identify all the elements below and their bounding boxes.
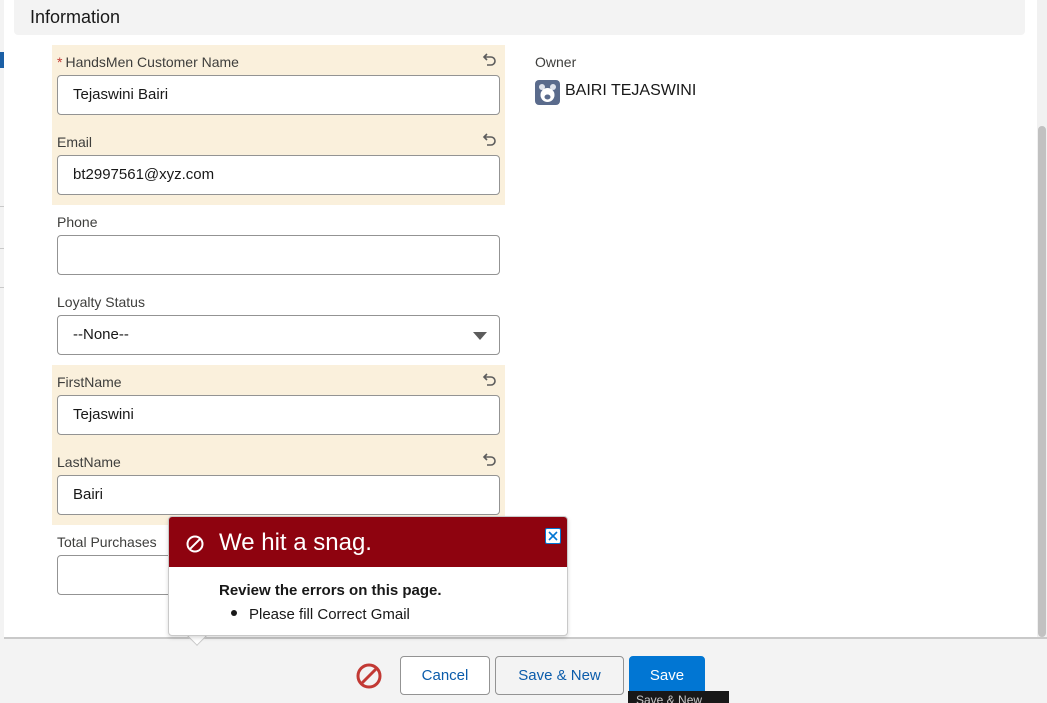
error-popover-header: We hit a snag. <box>169 517 567 567</box>
error-popover-title: We hit a snag. <box>219 529 372 556</box>
undo-icon[interactable] <box>481 52 497 68</box>
phone-field: Phone <box>52 205 505 285</box>
tooltip: Save & New <box>628 691 729 703</box>
email-label: Email <box>57 134 93 150</box>
ban-icon[interactable] <box>354 661 384 691</box>
phone-label: Phone <box>57 214 98 230</box>
required-marker: * <box>57 54 63 70</box>
undo-icon[interactable] <box>481 372 497 388</box>
customer-name-input[interactable]: Tejaswini Bairi <box>57 75 500 115</box>
loyalty-status-value: --None-- <box>73 326 129 343</box>
section-title: Information <box>30 7 121 27</box>
undo-icon[interactable] <box>481 132 497 148</box>
list-bullet <box>231 610 237 616</box>
first-name-label: FirstName <box>57 374 122 390</box>
save-and-new-button[interactable]: Save & New <box>495 656 624 695</box>
section-header[interactable]: Information <box>14 0 1025 35</box>
last-name-label: LastName <box>57 454 121 470</box>
undo-icon[interactable] <box>481 452 497 468</box>
phone-input[interactable] <box>57 235 500 275</box>
cancel-button[interactable]: Cancel <box>400 656 490 695</box>
customer-name-label: * HandsMen Customer Name <box>57 54 239 70</box>
email-input[interactable]: bt2997561@xyz.com <box>57 155 500 195</box>
loyalty-status-label: Loyalty Status <box>57 294 145 310</box>
total-purchases-label: Total Purchases <box>57 534 157 550</box>
owner-label: Owner <box>535 54 577 70</box>
tooltip-text: Save & New <box>636 693 703 703</box>
error-popover: We hit a snag. Review the errors on this… <box>168 516 568 636</box>
loyalty-status-field: Loyalty Status --None-- <box>52 285 505 365</box>
backdrop-divider <box>0 206 4 207</box>
backdrop-divider <box>0 287 4 288</box>
backdrop-divider <box>0 248 4 249</box>
error-popover-subtitle: Review the errors on this page. <box>219 582 442 599</box>
changed-fields-group-2: FirstName Tejaswini LastName Bairi <box>52 365 505 525</box>
owner-name-link[interactable]: BAIRI TEJASWINI <box>565 82 696 100</box>
loyalty-status-select[interactable]: --None-- <box>57 315 500 355</box>
save-button[interactable]: Save <box>629 656 705 695</box>
first-name-input[interactable]: Tejaswini <box>57 395 500 435</box>
scrollbar-thumb[interactable] <box>1038 126 1046 637</box>
backdrop-strip <box>0 0 4 703</box>
scrollbar-track[interactable] <box>1037 0 1047 637</box>
error-list-item[interactable]: Please fill Correct Gmail <box>249 606 410 623</box>
last-name-input[interactable]: Bairi <box>57 475 500 515</box>
ban-icon <box>186 535 204 553</box>
chevron-down-icon <box>473 332 487 340</box>
owner-avatar-icon[interactable] <box>535 80 560 105</box>
backdrop-accent-mark <box>0 52 4 68</box>
close-icon[interactable] <box>545 528 561 544</box>
changed-fields-group-1: * HandsMen Customer Name Tejaswini Bairi … <box>52 45 505 205</box>
customer-name-label-text: HandsMen Customer Name <box>65 54 239 70</box>
